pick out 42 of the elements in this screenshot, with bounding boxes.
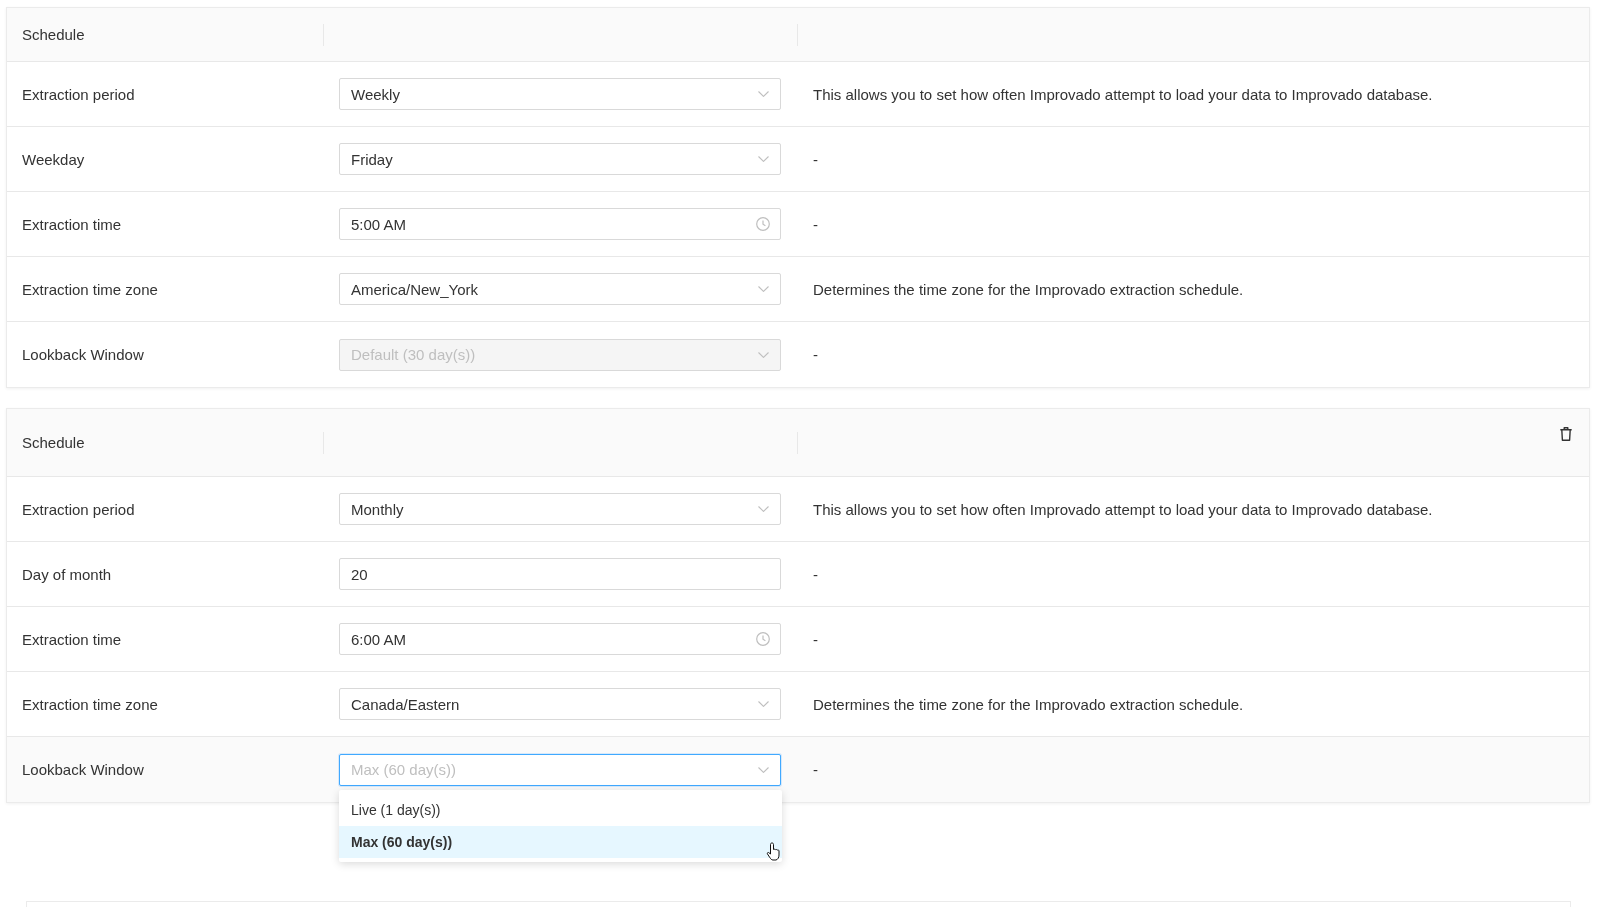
time-field[interactable]: 6:00 AM [339, 623, 781, 655]
select-field[interactable]: Friday [339, 143, 781, 175]
select-field[interactable]: Weekly [339, 78, 781, 110]
chevron-down-icon [758, 766, 769, 773]
field-description: - [812, 150, 818, 168]
field-description: - [812, 346, 818, 363]
section-title: Schedule [21, 434, 85, 451]
select-field[interactable]: Monthly [339, 493, 781, 525]
field-description: This allows you to set how often Improvado attempt to load your data to Improvado database. [812, 85, 1433, 103]
field-label: Extraction time zone [21, 280, 158, 298]
field-label: Weekday [21, 150, 85, 168]
field-description: This allows you to set how often Improvado attempt to load your data to Improvado database. [812, 500, 1433, 518]
chevron-down-icon [758, 286, 769, 292]
field-label: Extraction time zone [21, 695, 158, 713]
trash-icon[interactable] [1560, 427, 1572, 441]
select-field[interactable]: Canada/Eastern [339, 688, 781, 720]
field-label: Extraction time [21, 215, 122, 233]
dropdown-option[interactable]: Live (1 day(s)) [339, 793, 782, 826]
field-description: Determines the time zone for the Improvado extraction schedule. [812, 695, 1244, 713]
field-label: Extraction time [21, 630, 122, 648]
field-label: Extraction period [21, 500, 135, 518]
field-label: Extraction period [21, 85, 135, 103]
field-description: Determines the time zone for the Improvado extraction schedule. [812, 280, 1244, 298]
field-description: - [812, 215, 818, 233]
time-field[interactable]: 5:00 AM [339, 208, 781, 240]
chevron-down-icon [758, 351, 769, 358]
clock-icon [756, 217, 770, 231]
input-field[interactable]: 20 [339, 558, 781, 590]
chevron-down-icon [758, 156, 769, 162]
chevron-down-icon [758, 506, 769, 512]
field-description: - [812, 630, 818, 648]
chevron-down-icon [758, 91, 769, 97]
field-label: Day of month [21, 565, 112, 583]
field-description: - [812, 565, 818, 583]
select-field[interactable]: America/New_York [339, 273, 781, 305]
field-label: Lookback Window [21, 346, 144, 363]
dropdown-option[interactable]: Max (60 day(s)) [339, 825, 782, 858]
chevron-down-icon [758, 701, 769, 707]
clock-icon [756, 632, 770, 646]
field-label: Lookback Window [21, 761, 144, 778]
section-title: Schedule [21, 26, 85, 43]
field-description: - [812, 761, 818, 778]
